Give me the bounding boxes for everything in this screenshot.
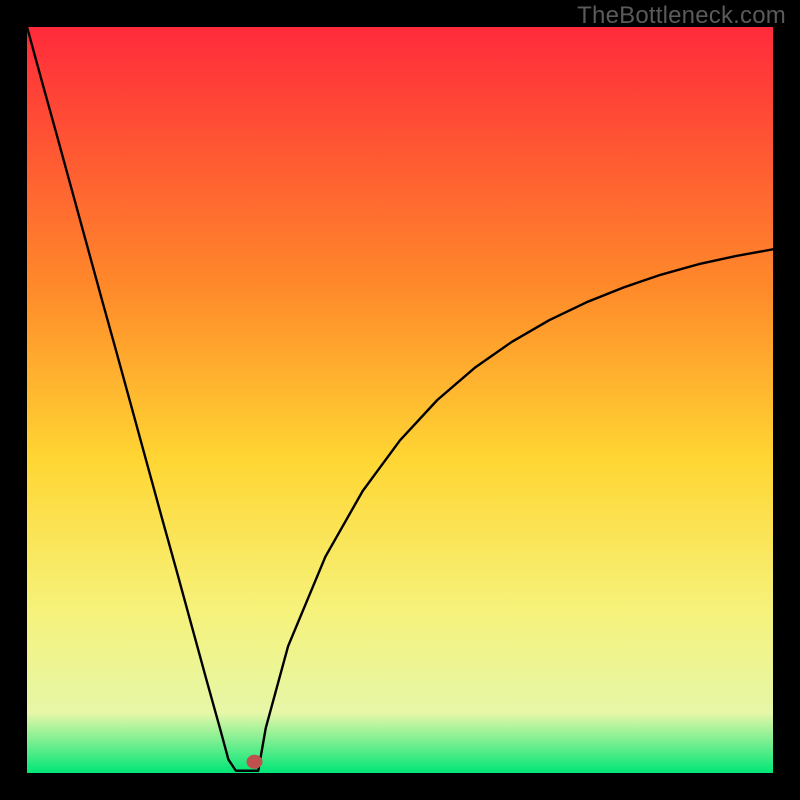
chart-frame: TheBottleneck.com xyxy=(0,0,800,800)
optimal-point-marker xyxy=(247,755,263,769)
plot-area xyxy=(27,27,773,773)
gradient-background xyxy=(27,27,773,773)
attribution-text: TheBottleneck.com xyxy=(577,2,786,30)
bottleneck-chart xyxy=(27,27,773,773)
